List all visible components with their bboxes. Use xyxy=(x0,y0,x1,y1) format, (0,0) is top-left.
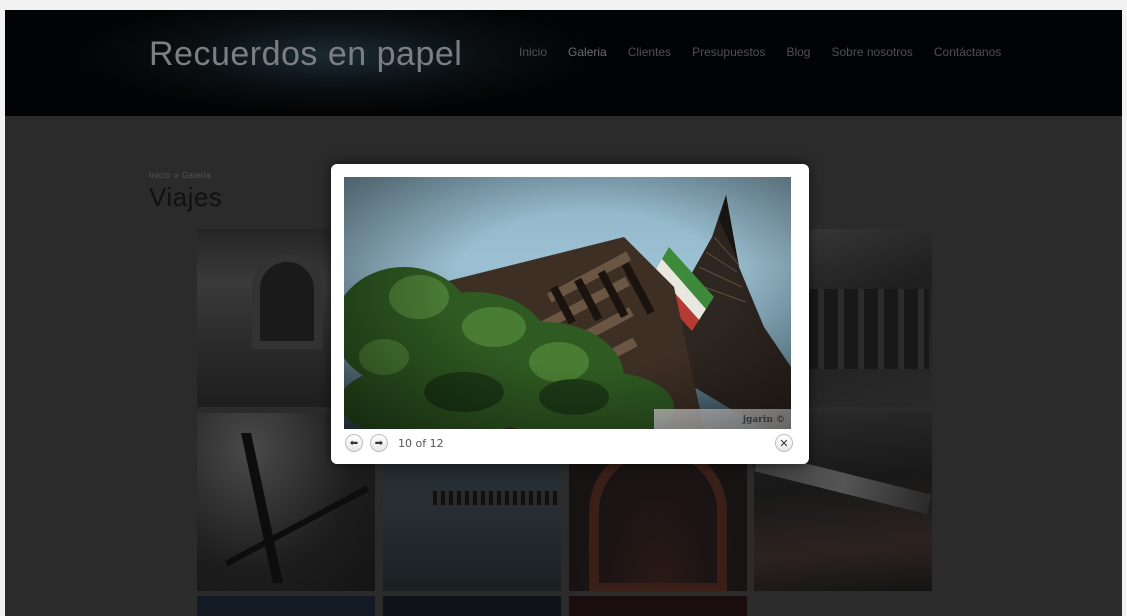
site-header: Recuerdos en papel Inicio Galeria Client… xyxy=(5,10,1122,116)
gallery-thumb-row3-2[interactable] xyxy=(383,596,561,616)
main-nav: Inicio Galeria Clientes Presupuestos Blo… xyxy=(519,45,1022,59)
nav-item-contactanos[interactable]: Contáctanos xyxy=(934,45,1001,59)
nav-item-galeria[interactable]: Galeria xyxy=(568,45,607,59)
lightbox-controls: ⬅︎ ➡︎ 10 of 12 ✕ xyxy=(344,432,796,456)
nav-item-blog[interactable]: Blog xyxy=(786,45,810,59)
close-button[interactable]: ✕ xyxy=(775,434,793,452)
close-icon: ✕ xyxy=(779,436,789,450)
right-arrow-icon: ➡︎ xyxy=(374,437,384,449)
page-title: Viajes xyxy=(149,182,223,212)
lightbox-dialog: jgarin © ⬅︎ ➡︎ 10 of 12 ✕ xyxy=(331,164,809,464)
lightbox-photo: jgarin © xyxy=(344,177,791,429)
breadcrumb[interactable]: Inicio > Galeria xyxy=(149,171,211,180)
nav-item-presupuestos[interactable]: Presupuestos xyxy=(692,45,765,59)
nav-item-inicio[interactable]: Inicio xyxy=(519,45,547,59)
gallery-thumb-row3-1[interactable] xyxy=(197,596,375,616)
gallery-thumb-row3-3[interactable] xyxy=(569,596,747,616)
left-arrow-icon: ⬅︎ xyxy=(349,437,359,449)
tower-photo-illustration xyxy=(344,195,791,429)
image-counter: 10 of 12 xyxy=(398,437,444,450)
previous-button[interactable]: ⬅︎ xyxy=(345,434,363,452)
nav-item-clientes[interactable]: Clientes xyxy=(628,45,671,59)
next-button[interactable]: ➡︎ xyxy=(370,434,388,452)
nav-item-sobre-nosotros[interactable]: Sobre nosotros xyxy=(831,45,912,59)
site-logo[interactable]: Recuerdos en papel xyxy=(149,35,462,74)
photo-watermark: jgarin © xyxy=(742,415,785,425)
